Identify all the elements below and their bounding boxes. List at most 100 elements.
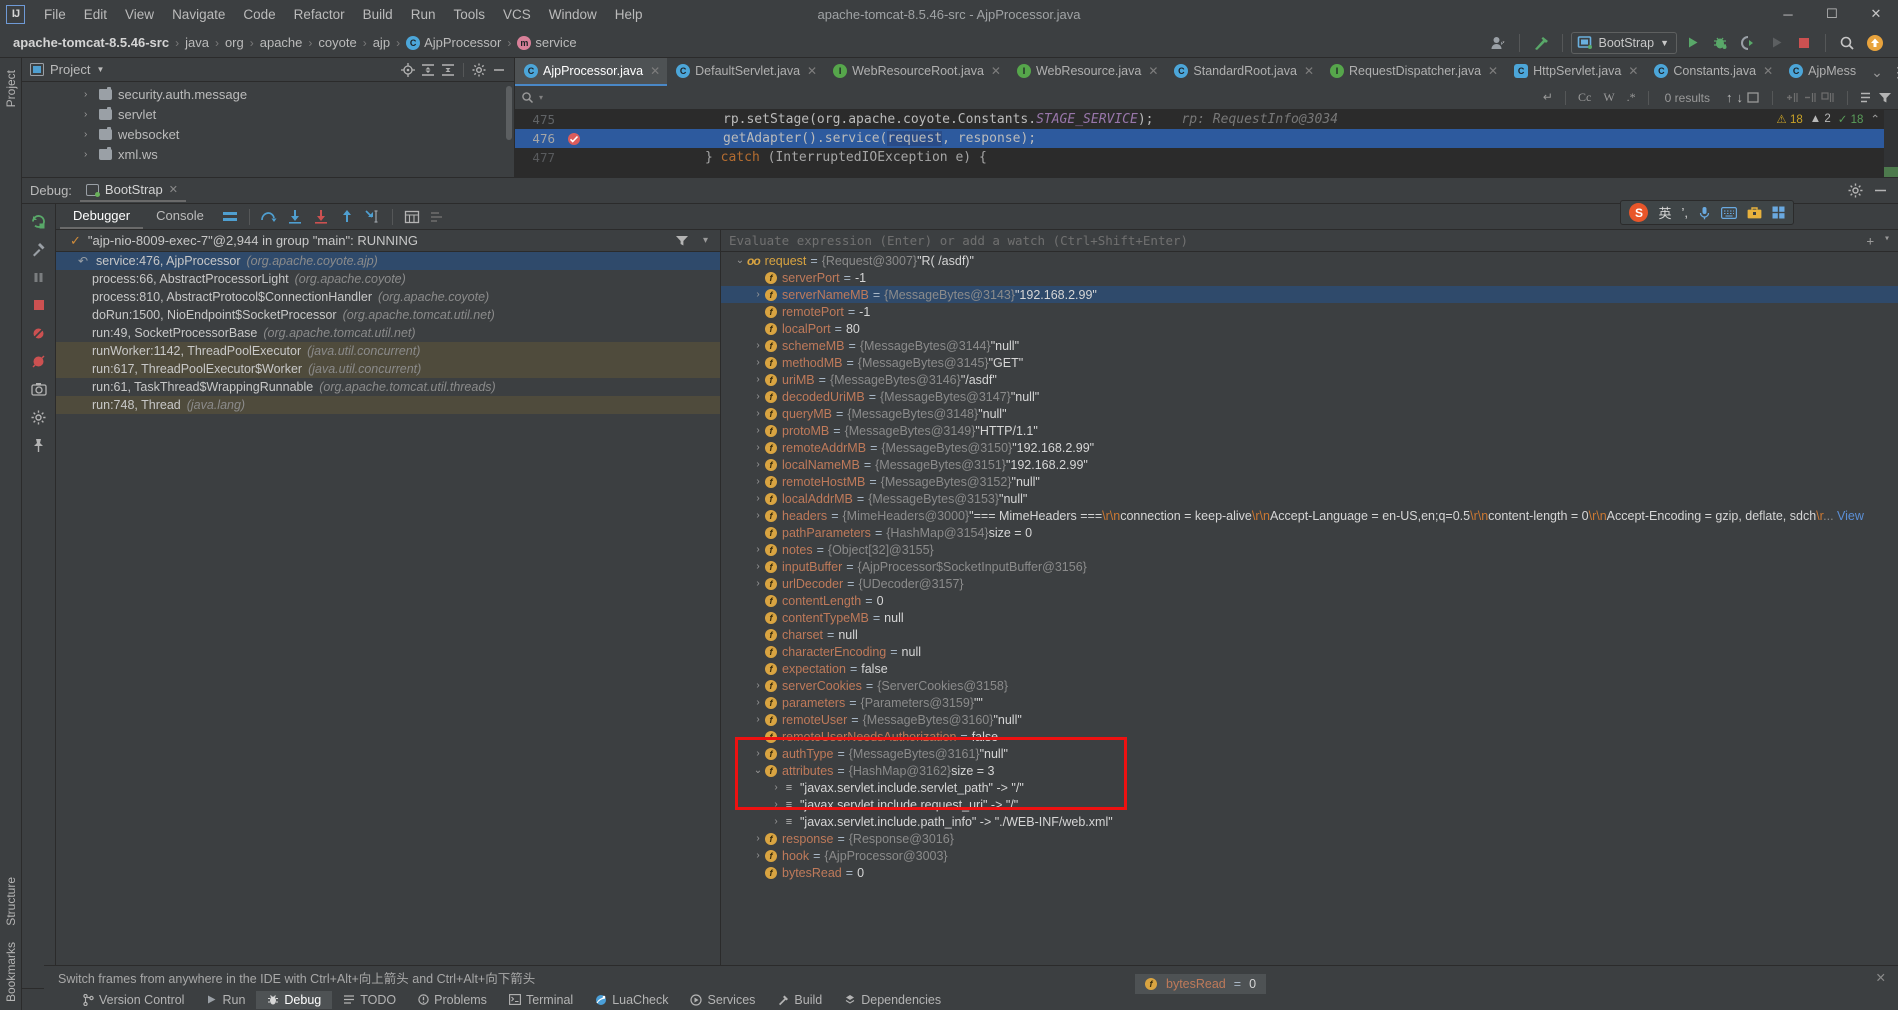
variable-row[interactable]: › f uriMB = {MessageBytes@3146} "/asdf" [721, 371, 1898, 388]
step-out-icon[interactable] [334, 205, 360, 229]
search-input[interactable]: ▾ [521, 91, 1537, 104]
words-toggle[interactable]: W [1597, 90, 1620, 105]
regex-toggle[interactable]: .* [1621, 90, 1642, 105]
variables-tree[interactable]: ⌄ oo request = {Request@3007} "R( /asdf)" f se… [721, 252, 1898, 988]
evaluate-expression-input[interactable]: Evaluate expression (Enter) or add a wat… [721, 230, 1898, 252]
chevron-right-icon[interactable]: › [751, 340, 765, 351]
frame-row[interactable]: ↶ service:476, AjpProcessor (org.apache.… [56, 252, 720, 270]
menu-help[interactable]: Help [606, 4, 652, 25]
minimize-icon[interactable]: ─ [1766, 0, 1810, 28]
variable-row[interactable]: f pathParameters = {HashMap@3154} size = 0 [721, 524, 1898, 541]
menu-window[interactable]: Window [540, 4, 606, 25]
variable-row[interactable]: › f inputBuffer = {AjpProcessor$SocketInputB… [721, 558, 1898, 575]
editor-tab-httpservlet[interactable]: C HttpServlet.java ✕ [1505, 58, 1645, 86]
project-tree[interactable]: › security.auth.message › servlet › webs… [22, 82, 514, 177]
search-history-icon[interactable]: ▾ [539, 93, 543, 102]
pause-icon[interactable] [25, 264, 53, 290]
variable-row[interactable]: ⌄ oo request = {Request@3007} "R( /asdf)" [721, 252, 1898, 269]
stop-icon[interactable] [25, 292, 53, 318]
chevron-right-icon[interactable]: › [751, 578, 765, 589]
chevron-right-icon[interactable]: › [751, 459, 765, 470]
filter-icon[interactable] [675, 234, 689, 247]
chevron-down-icon[interactable]: ▾ [1884, 233, 1890, 248]
filter-icon[interactable] [1878, 91, 1892, 104]
sidebar-item-project[interactable]: Project [1, 62, 21, 115]
variable-row[interactable]: › f authType = {MessageBytes@3161} "null" [721, 745, 1898, 762]
frame-row[interactable]: doRun:1500, NioEndpoint$SocketProcessor … [56, 306, 720, 324]
chevron-right-icon[interactable]: › [751, 289, 765, 300]
inspection-widget[interactable]: ⚠ 18 ▲ 2 ✓ 18 ⌃ [1776, 112, 1880, 126]
close-icon[interactable]: ✕ [169, 183, 178, 196]
status-tab-terminal[interactable]: Terminal [498, 991, 584, 1009]
variable-row[interactable]: › ≡ "javax.servlet.include.request_uri" ->… [721, 796, 1898, 813]
chevron-down-icon[interactable]: ⌄ [1871, 64, 1883, 81]
run-to-cursor-icon[interactable] [360, 205, 386, 229]
chevron-right-icon[interactable]: › [751, 748, 765, 759]
frame-row[interactable]: process:810, AbstractProtocol$Connection… [56, 288, 720, 306]
variable-row[interactable]: › f protoMB = {MessageBytes@3149} "HTTP/1.1" [721, 422, 1898, 439]
breadcrumb-org[interactable]: org [220, 34, 249, 51]
settings-gear-icon[interactable] [1848, 183, 1863, 198]
chevron-right-icon[interactable]: › [751, 391, 765, 402]
close-icon[interactable]: ✕ [1628, 64, 1638, 78]
breadcrumb-project[interactable]: apache-tomcat-8.5.46-src [8, 34, 174, 51]
rerun-icon[interactable] [25, 208, 53, 234]
tree-item-websocket[interactable]: › websocket [22, 124, 514, 144]
chevron-right-icon[interactable]: › [751, 714, 765, 725]
menu-navigate[interactable]: Navigate [163, 4, 234, 25]
close-icon[interactable]: ✕ [1304, 64, 1314, 78]
update-icon[interactable] [1862, 31, 1888, 55]
status-tab-luacheck[interactable]: LuaCheck [584, 991, 679, 1009]
variable-row[interactable]: › f remoteAddrMB = {MessageBytes@3150} "192.… [721, 439, 1898, 456]
variable-row[interactable]: › f response = {Response@3016} [721, 830, 1898, 847]
variable-row[interactable]: › f notes = {Object[32]@3155} [721, 541, 1898, 558]
menu-tools[interactable]: Tools [444, 4, 494, 25]
keyboard-icon[interactable] [1721, 206, 1737, 219]
chevron-right-icon[interactable]: › [84, 129, 93, 140]
chevron-right-icon[interactable]: › [751, 680, 765, 691]
match-case-toggle[interactable]: Cc [1572, 90, 1597, 105]
debug-icon[interactable] [1707, 31, 1733, 55]
breadcrumb-ajp[interactable]: ajp [368, 34, 395, 51]
toolbox-icon[interactable] [1747, 206, 1762, 219]
search-everywhere-icon[interactable] [1834, 31, 1860, 55]
chevron-right-icon[interactable]: › [751, 833, 765, 844]
editor-tab-ajpprocessor[interactable]: C AjpProcessor.java ✕ [515, 58, 668, 86]
stop-icon[interactable] [1791, 31, 1817, 55]
chevron-right-icon[interactable]: › [769, 816, 783, 827]
prev-match-icon[interactable]: ↑ [1726, 90, 1733, 105]
tab-console[interactable]: Console [143, 205, 217, 229]
menu-view[interactable]: View [116, 4, 163, 25]
chevron-down-icon[interactable]: ⌄ [733, 255, 747, 266]
menu-refactor[interactable]: Refactor [285, 4, 354, 25]
variable-row[interactable]: › f localNameMB = {MessageBytes@3151} "192.1… [721, 456, 1898, 473]
chevron-right-icon[interactable]: › [84, 109, 93, 120]
mic-icon[interactable] [1698, 206, 1711, 220]
chevron-right-icon[interactable]: › [751, 493, 765, 504]
frames-list[interactable]: ↶ service:476, AjpProcessor (org.apache.… [56, 252, 720, 988]
variable-row[interactable]: f remoteUserNeedsAuthorization = false [721, 728, 1898, 745]
variable-row[interactable]: f contentLength = 0 [721, 592, 1898, 609]
chevron-right-icon[interactable]: › [751, 561, 765, 572]
code-viewer[interactable]: 475 rp.setStage(org.apache.coyote.Consta… [515, 110, 1898, 177]
variable-row[interactable]: ⌄ f attributes = {HashMap@3162} size = 3 [721, 762, 1898, 779]
tree-item-security-auth-message[interactable]: › security.auth.message [22, 84, 514, 104]
variable-row[interactable]: › f headers = {MimeHeaders@3000} "=== MimeHe… [721, 507, 1898, 524]
force-step-into-icon[interactable] [308, 205, 334, 229]
add-watch-icon[interactable]: + [1866, 233, 1874, 248]
step-into-icon[interactable] [282, 205, 308, 229]
menu-file[interactable]: File [35, 4, 75, 25]
mute-breakpoints-icon[interactable] [25, 320, 53, 346]
variable-row[interactable]: › f urlDecoder = {UDecoder@3157} [721, 575, 1898, 592]
ime-toolbar[interactable]: S 英 ’, [1620, 200, 1794, 225]
editor-tab-standardroot[interactable]: C StandardRoot.java ✕ [1165, 58, 1321, 86]
status-tab-run[interactable]: Run [195, 991, 256, 1009]
apps-icon[interactable] [1772, 206, 1785, 219]
frame-row[interactable]: run:49, SocketProcessorBase (org.apache.… [56, 324, 720, 342]
chevron-up-icon[interactable]: ⌃ [1870, 112, 1880, 126]
chevron-right-icon[interactable]: › [751, 476, 765, 487]
project-tree-scrollbar[interactable] [506, 86, 512, 140]
hammer-build-icon[interactable] [1528, 31, 1554, 55]
settings-icon[interactable] [25, 404, 53, 430]
variable-row[interactable]: › f schemeMB = {MessageBytes@3144} "null" [721, 337, 1898, 354]
